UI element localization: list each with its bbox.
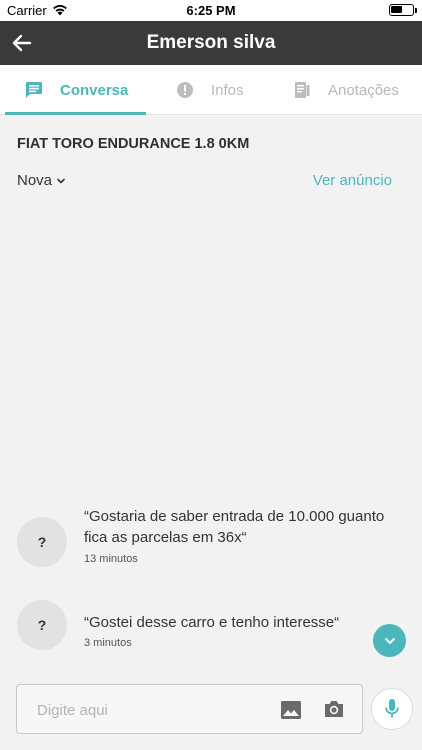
message-time: 13 minutos bbox=[84, 553, 138, 565]
battery-tip bbox=[415, 8, 417, 13]
avatar: ? bbox=[17, 600, 67, 650]
chat-icon bbox=[26, 82, 42, 98]
app-header: Emerson silva bbox=[0, 21, 422, 65]
message-input[interactable] bbox=[37, 699, 267, 721]
camera-icon[interactable] bbox=[323, 698, 345, 720]
tab-bar: Conversa Infos Anotações bbox=[0, 65, 422, 115]
tab-anotacoes-label: Anotações bbox=[328, 81, 399, 99]
tab-infos-label: Infos bbox=[211, 81, 244, 99]
status-bar: Carrier 6:25 PM bbox=[0, 0, 422, 21]
page-title: Emerson silva bbox=[146, 32, 276, 53]
scroll-down-button[interactable] bbox=[373, 624, 406, 657]
tab-infos[interactable]: Infos bbox=[176, 65, 244, 115]
notes-icon bbox=[295, 82, 310, 98]
microphone-button[interactable] bbox=[371, 688, 413, 730]
tab-conversa[interactable]: Conversa bbox=[25, 65, 128, 115]
clock: 6:25 PM bbox=[186, 3, 236, 18]
active-tab-indicator bbox=[5, 112, 146, 115]
tab-conversa-label: Conversa bbox=[60, 81, 129, 99]
condition-label: Nova bbox=[17, 172, 53, 189]
battery-icon bbox=[389, 4, 414, 16]
chevron-down-icon bbox=[384, 637, 395, 644]
condition-dropdown[interactable]: Nova bbox=[17, 172, 66, 189]
microphone-icon bbox=[385, 699, 399, 718]
message-composer bbox=[16, 684, 363, 734]
alert-circle-icon bbox=[177, 82, 193, 98]
listing-title: FIAT TORO ENDURANCE 1.8 0KM bbox=[17, 136, 250, 152]
message-time: 3 minutos bbox=[84, 637, 132, 649]
chevron-down-icon bbox=[57, 178, 65, 184]
message-text: “Gostaria de saber entrada de 10.000 gua… bbox=[84, 508, 385, 546]
see-ad-link[interactable]: Ver anúncio bbox=[313, 172, 392, 189]
avatar: ? bbox=[17, 517, 67, 567]
message-text: “Gostei desse carro e tenho interesse“ bbox=[84, 614, 340, 631]
tab-anotacoes[interactable]: Anotações bbox=[293, 65, 399, 115]
image-icon[interactable] bbox=[280, 699, 302, 721]
